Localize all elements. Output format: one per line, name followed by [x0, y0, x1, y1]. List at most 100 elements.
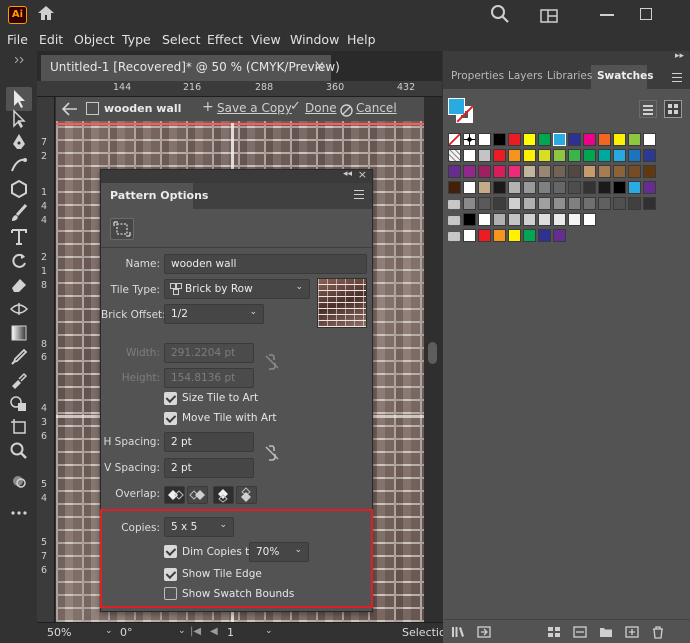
- show-swatch-kinds-icon[interactable]: [547, 626, 561, 641]
- home-icon[interactable]: [36, 4, 56, 26]
- color-swatch[interactable]: [523, 197, 536, 210]
- color-swatch[interactable]: [523, 133, 536, 146]
- pattern-name-input[interactable]: wooden wall: [164, 254, 367, 274]
- maximize-icon[interactable]: [640, 8, 652, 20]
- color-swatch[interactable]: [553, 213, 566, 226]
- type-tool-icon[interactable]: [9, 227, 29, 247]
- color-swatch[interactable]: [538, 229, 551, 242]
- color-swatch[interactable]: [523, 229, 536, 242]
- panel-drag-bar[interactable]: ◂◂ ×: [101, 168, 372, 183]
- color-swatch[interactable]: [628, 197, 641, 210]
- swatch-libraries-icon[interactable]: [451, 626, 465, 641]
- cancel-button[interactable]: Cancel: [356, 101, 397, 115]
- panel-menu-icon[interactable]: [354, 190, 364, 199]
- fill-stroke-icon[interactable]: [9, 471, 29, 491]
- done-button[interactable]: Done: [305, 101, 337, 115]
- color-swatch[interactable]: [538, 149, 551, 162]
- color-swatch[interactable]: [553, 165, 566, 178]
- tile-type-select[interactable]: Brick by Row ⌄: [164, 279, 310, 299]
- color-swatch[interactable]: [493, 229, 506, 242]
- color-swatch[interactable]: [493, 133, 506, 146]
- right-in-front-button[interactable]: [187, 486, 208, 504]
- rotation-value[interactable]: 0°: [120, 626, 133, 642]
- color-swatch[interactable]: [583, 197, 596, 210]
- color-swatch[interactable]: [538, 133, 551, 146]
- arrange-documents-icon[interactable]: [540, 8, 558, 27]
- color-swatch[interactable]: [643, 133, 656, 146]
- color-swatch[interactable]: [478, 133, 491, 146]
- brick-offset-select[interactable]: 1/2 ⌄: [164, 304, 264, 324]
- color-swatch[interactable]: [538, 165, 551, 178]
- color-swatch[interactable]: [493, 197, 506, 210]
- panel-menu-icon[interactable]: [672, 73, 682, 82]
- color-swatch[interactable]: [478, 197, 491, 210]
- color-swatch[interactable]: [643, 181, 656, 194]
- panel-drag-bar[interactable]: ▸▸: [443, 51, 690, 65]
- tab-layers[interactable]: Layers: [508, 70, 543, 82]
- gradient-tool-icon[interactable]: [9, 323, 29, 343]
- artboard-dropdown-icon[interactable]: ⌄: [265, 626, 273, 636]
- color-swatch[interactable]: [463, 197, 476, 210]
- color-swatch[interactable]: [478, 181, 491, 194]
- menu-object[interactable]: Object: [74, 32, 115, 47]
- color-swatch[interactable]: [598, 197, 611, 210]
- color-swatch[interactable]: [553, 133, 566, 146]
- color-swatch[interactable]: [568, 133, 581, 146]
- menu-select[interactable]: Select: [162, 32, 201, 47]
- color-swatch[interactable]: [478, 165, 491, 178]
- color-swatch[interactable]: [493, 213, 506, 226]
- color-swatch[interactable]: [628, 181, 641, 194]
- eraser-tool-icon[interactable]: [9, 275, 29, 295]
- color-swatch[interactable]: [508, 181, 521, 194]
- fill-color-swatch[interactable]: [448, 98, 465, 115]
- v-spacing-input[interactable]: 2 pt: [164, 458, 254, 478]
- color-swatch[interactable]: [613, 181, 626, 194]
- color-swatch[interactable]: [553, 229, 566, 242]
- color-swatch[interactable]: [523, 149, 536, 162]
- shape-tool-icon[interactable]: [9, 179, 29, 199]
- color-swatch[interactable]: [448, 165, 461, 178]
- rotation-dropdown-icon[interactable]: ⌄: [178, 626, 186, 636]
- color-swatch[interactable]: [643, 149, 656, 162]
- menu-file[interactable]: File: [7, 32, 28, 47]
- swatch-registration[interactable]: [463, 133, 476, 146]
- color-swatch[interactable]: [463, 149, 476, 162]
- swatch-none[interactable]: [448, 133, 461, 146]
- close-panel-icon[interactable]: ×: [358, 168, 367, 181]
- top-in-front-button[interactable]: [213, 486, 234, 504]
- new-color-group-icon[interactable]: [599, 626, 613, 641]
- color-swatch[interactable]: [598, 149, 611, 162]
- color-swatch[interactable]: [613, 165, 626, 178]
- document-tab[interactable]: Untitled-1 [Recovered]* @ 50 % (CMYK/Pre…: [41, 55, 340, 81]
- color-swatch[interactable]: [628, 165, 641, 178]
- color-swatch[interactable]: [508, 133, 521, 146]
- place-swatch-icon[interactable]: [477, 626, 491, 641]
- color-swatch[interactable]: [508, 213, 521, 226]
- grid-view-button[interactable]: [664, 100, 682, 118]
- color-group-folder-icon[interactable]: [448, 216, 460, 225]
- color-swatch[interactable]: [598, 165, 611, 178]
- color-swatch[interactable]: [568, 197, 581, 210]
- color-swatch[interactable]: [493, 181, 506, 194]
- back-arrow-icon[interactable]: [61, 101, 78, 120]
- tab-properties[interactable]: Properties: [451, 70, 504, 82]
- pattern-tile-tool-button[interactable]: [110, 218, 134, 240]
- color-group-folder-icon[interactable]: [448, 232, 460, 241]
- color-swatch[interactable]: [583, 133, 596, 146]
- color-swatch[interactable]: [628, 149, 641, 162]
- first-artboard-icon[interactable]: |◀: [190, 626, 201, 637]
- color-swatch[interactable]: [493, 165, 506, 178]
- menu-window[interactable]: Window: [290, 32, 339, 47]
- pen-tool-icon[interactable]: [9, 132, 29, 152]
- color-swatch[interactable]: [553, 197, 566, 210]
- color-swatch[interactable]: [583, 213, 596, 226]
- prev-artboard-icon[interactable]: ◀: [210, 626, 218, 637]
- color-swatch[interactable]: [508, 229, 521, 242]
- artboard-number[interactable]: 1: [227, 626, 234, 642]
- color-swatch[interactable]: [643, 197, 656, 210]
- curvature-tool-icon[interactable]: [9, 155, 29, 175]
- color-swatch[interactable]: [583, 181, 596, 194]
- menu-effect[interactable]: Effect: [207, 32, 243, 47]
- width-input[interactable]: 291.2204 pt: [164, 343, 254, 363]
- color-swatch[interactable]: [463, 165, 476, 178]
